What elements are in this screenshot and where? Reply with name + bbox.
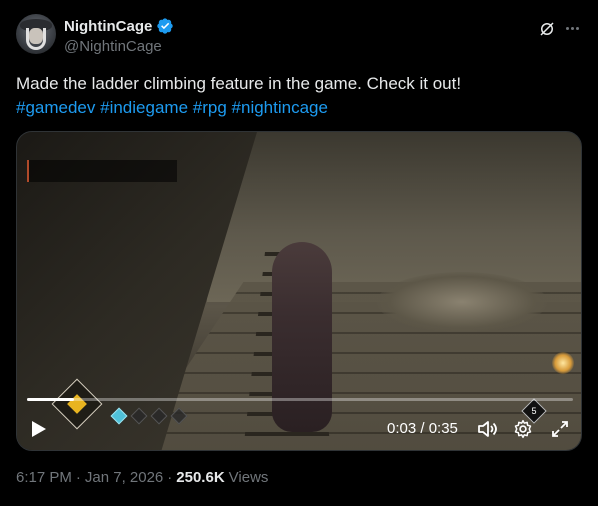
game-quest-banner [27, 160, 177, 182]
video-progress-bar[interactable] [27, 398, 573, 401]
volume-icon[interactable] [477, 419, 499, 439]
post: NightinCage @NightinCage Made the ladder… [0, 0, 598, 506]
hashtag-link[interactable]: #rpg [193, 98, 227, 117]
meta-separator: · [167, 469, 173, 486]
hashtag-link[interactable]: #nightincage [232, 98, 328, 117]
avatar[interactable] [16, 14, 56, 54]
video-time: 0:03 / 0:35 [387, 420, 458, 437]
play-icon[interactable] [31, 420, 47, 438]
video-controls: 0:03 / 0:35 [17, 412, 581, 450]
video-progress-fill [27, 398, 74, 401]
post-text: Made the ladder climbing feature in the … [16, 74, 462, 93]
author-name-row: NightinCage [64, 17, 174, 35]
author-handle[interactable]: @NightinCage [64, 38, 162, 55]
more-dot [565, 26, 569, 30]
verified-badge-icon [157, 18, 174, 34]
post-date[interactable]: Jan 7, 2026 [85, 469, 163, 486]
views-count: 250.6K [176, 469, 225, 486]
avatar-hair [26, 28, 46, 50]
more-dot [570, 26, 574, 30]
video-player[interactable]: 5 0:03 / 0:35 [16, 131, 582, 451]
post-time[interactable]: 6:17 PM [16, 469, 72, 486]
video-frame-light [552, 352, 574, 374]
meta-separator: · [75, 469, 81, 486]
video-frame-rubble [377, 272, 547, 332]
more-dot [575, 26, 579, 30]
hashtag-link[interactable]: #indiegame [100, 98, 188, 117]
fullscreen-icon[interactable] [551, 420, 569, 438]
hashtag-row: #gamedev #indiegame #rpg #nightincage [16, 96, 328, 120]
hashtag-link[interactable]: #gamedev [16, 98, 95, 117]
author-display-name[interactable]: NightinCage [64, 18, 152, 35]
more-icon[interactable] [562, 18, 582, 38]
post-meta: 6:17 PM · Jan 7, 2026 · 250.6K Views [16, 469, 268, 486]
video-frame-character [272, 242, 332, 432]
grok-icon[interactable] [538, 20, 556, 38]
game-debug-overlay [23, 134, 577, 144]
views-label: Views [228, 469, 269, 486]
gear-icon[interactable] [513, 419, 533, 439]
